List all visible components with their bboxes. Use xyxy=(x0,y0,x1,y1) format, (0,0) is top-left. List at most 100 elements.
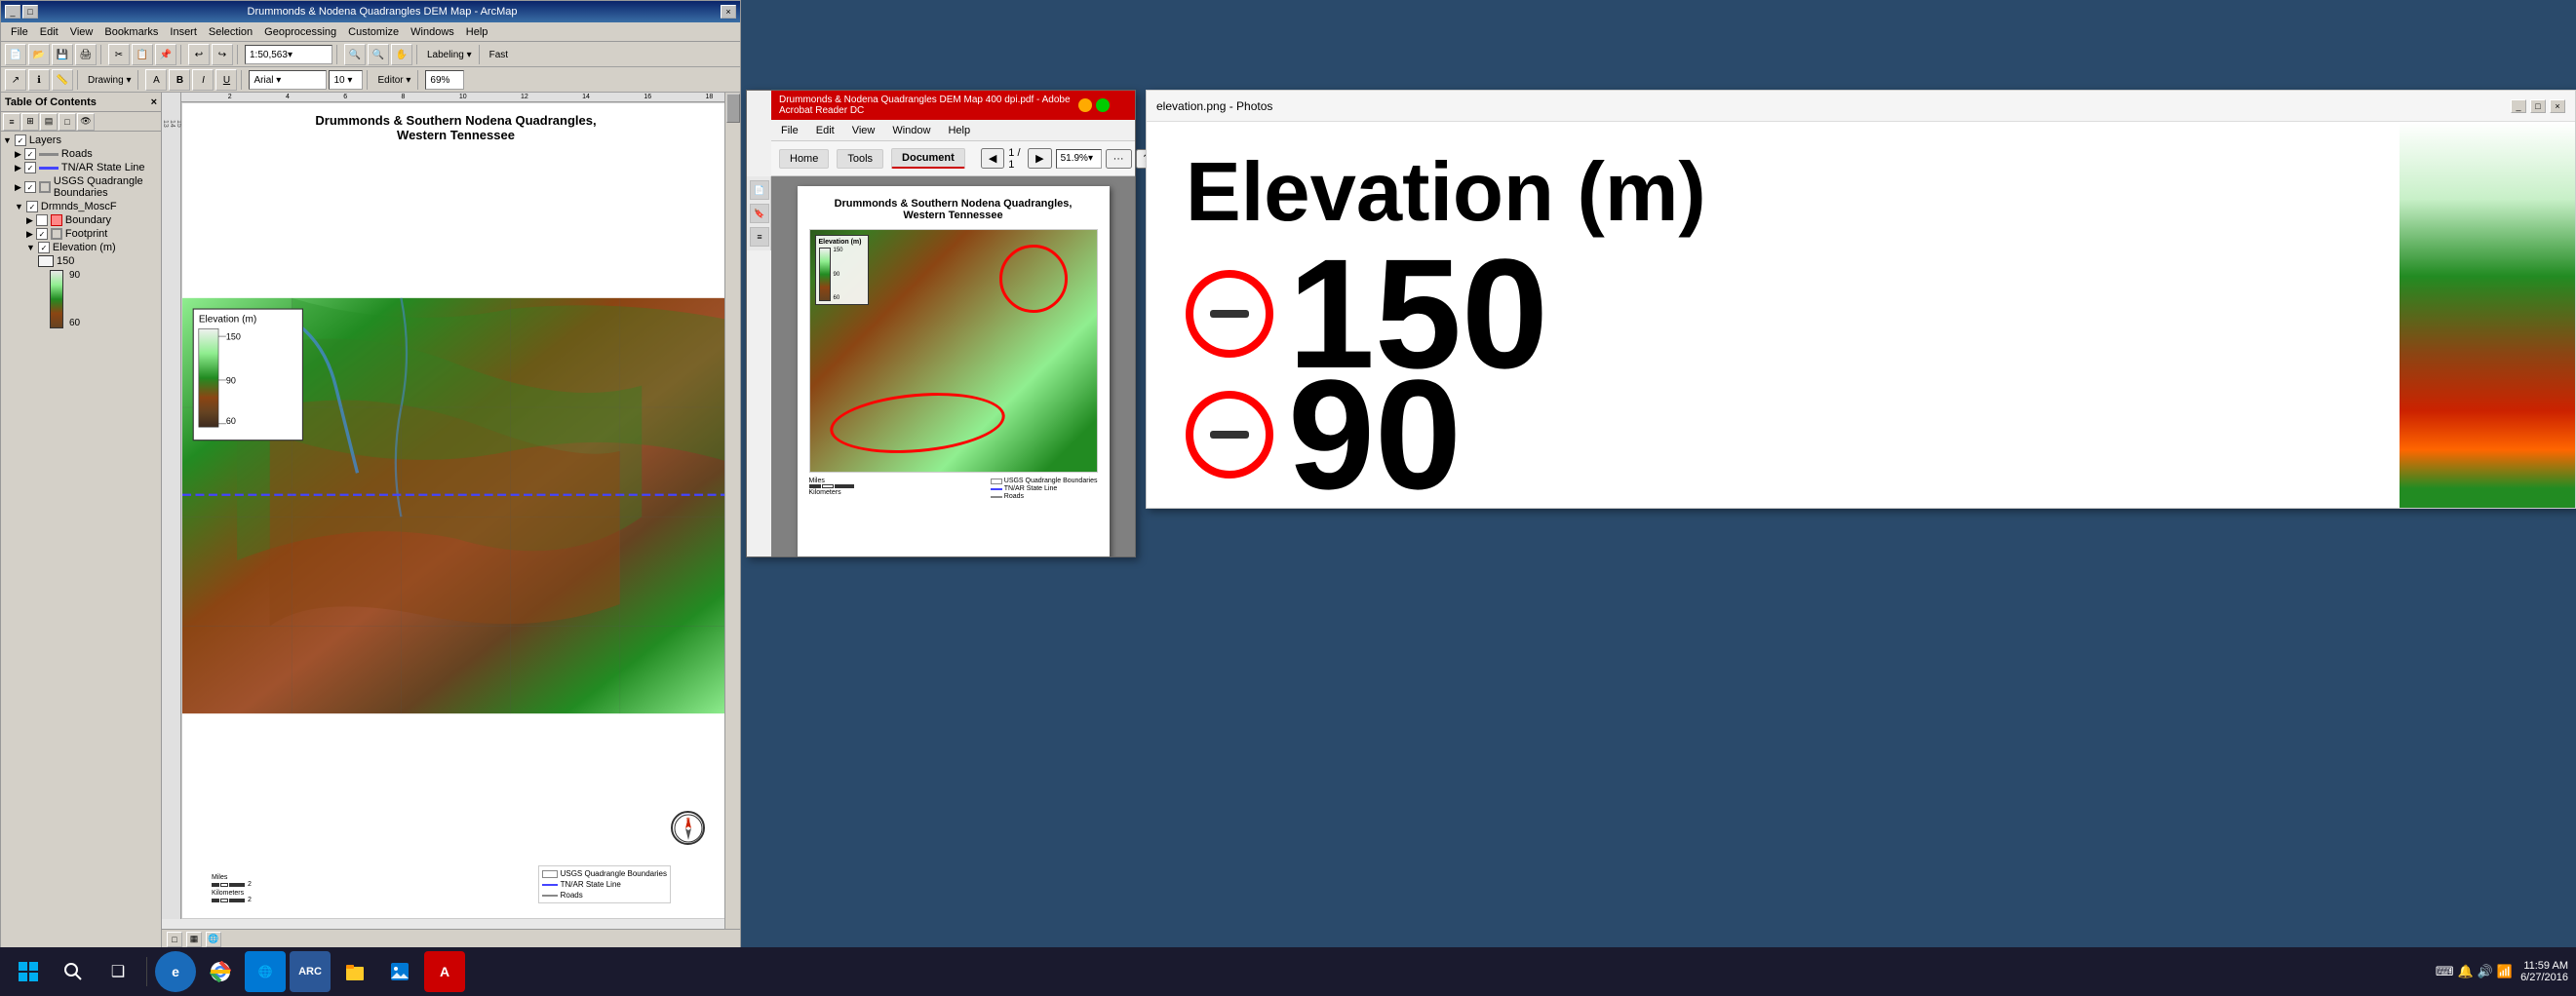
usgs-checkbox[interactable] xyxy=(24,181,36,193)
acrobat-prev-page-btn[interactable]: ◀ xyxy=(981,148,1004,169)
menu-file[interactable]: File xyxy=(5,24,34,40)
redo-btn[interactable]: ↪ xyxy=(212,44,233,65)
boundary-expand-icon[interactable]: ▶ xyxy=(26,215,33,226)
drmnds-checkbox[interactable] xyxy=(26,201,38,212)
footprint-expand-icon[interactable]: ▶ xyxy=(26,229,33,240)
photos-maximize-btn[interactable]: □ xyxy=(2530,99,2546,113)
underline-btn[interactable]: U xyxy=(215,69,237,91)
font-dropdown[interactable]: Arial ▾ xyxy=(249,70,327,90)
photos-close-btn[interactable]: × xyxy=(2550,99,2565,113)
layers-expand-icon[interactable]: ▼ xyxy=(3,135,12,145)
roads-checkbox[interactable] xyxy=(24,148,36,160)
menu-windows[interactable]: Windows xyxy=(405,24,460,40)
taskbar-files-btn[interactable] xyxy=(334,951,375,992)
menu-edit[interactable]: Edit xyxy=(34,24,64,40)
cut-btn[interactable]: ✂ xyxy=(108,44,130,65)
acrobat-sidebar-layers[interactable]: ≡ xyxy=(750,227,769,247)
menu-selection[interactable]: Selection xyxy=(203,24,258,40)
toc-close-icon[interactable]: × xyxy=(151,96,157,108)
boundary-checkbox[interactable] xyxy=(36,214,48,226)
footprint-checkbox[interactable] xyxy=(36,228,48,240)
zoom-in-btn[interactable]: 🔍 xyxy=(344,44,366,65)
open-btn[interactable]: 📂 xyxy=(28,44,50,65)
zoom-out-btn[interactable]: 🔍 xyxy=(368,44,389,65)
acrobat-minimize-btn[interactable] xyxy=(1078,98,1092,112)
taskbar-globe-btn[interactable]: 🌐 xyxy=(245,951,286,992)
taskbar-photos-btn[interactable] xyxy=(379,951,420,992)
taskbar-taskview-btn[interactable]: ❑ xyxy=(98,951,138,992)
taskbar-arcgis-btn[interactable]: ARC xyxy=(290,951,331,992)
menu-geoprocessing[interactable]: Geoprocessing xyxy=(258,24,342,40)
tray-notification-icon[interactable]: 🔔 xyxy=(2458,964,2474,979)
toc-list-btn[interactable]: ≡ xyxy=(3,113,20,131)
copy-btn[interactable]: 📋 xyxy=(132,44,153,65)
taskbar-windows-btn[interactable] xyxy=(8,951,49,992)
map-scrollbar-vertical[interactable] xyxy=(724,93,740,929)
italic-btn[interactable]: I xyxy=(192,69,214,91)
select-btn[interactable]: ↗ xyxy=(5,69,26,91)
identify-btn[interactable]: ℹ xyxy=(28,69,50,91)
usgs-expand-icon[interactable]: ▶ xyxy=(15,182,21,193)
acrobat-maximize-btn[interactable] xyxy=(1096,98,1110,112)
zoom-display[interactable]: 69% xyxy=(425,70,464,90)
bold-btn[interactable]: B xyxy=(169,69,190,91)
acrobat-menu-window[interactable]: Window xyxy=(888,123,934,138)
scale-dropdown[interactable]: 1:50,563▾ xyxy=(245,45,332,64)
toc-source-btn[interactable]: □ xyxy=(59,113,76,131)
menu-view[interactable]: View xyxy=(64,24,99,40)
arcgis-close-btn[interactable]: × xyxy=(721,5,736,19)
globe-btn[interactable]: 🌐 xyxy=(206,932,221,947)
toc-filter-btn[interactable]: ▤ xyxy=(40,113,58,131)
clock[interactable]: 11:59 AM 6/27/2016 xyxy=(2520,960,2568,983)
toc-vis-btn[interactable]: 👁 xyxy=(77,113,95,131)
photos-minimize-btn[interactable]: _ xyxy=(2511,99,2526,113)
taskbar-search-btn[interactable] xyxy=(53,951,94,992)
measure-btn[interactable]: 📏 xyxy=(52,69,73,91)
acrobat-next-page-btn[interactable]: ▶ xyxy=(1028,148,1051,169)
acrobat-more-btn[interactable]: ··· xyxy=(1106,149,1132,169)
fontsize-dropdown[interactable]: 10 ▾ xyxy=(329,70,363,90)
toc-options-btn[interactable]: ⊞ xyxy=(21,113,39,131)
acrobat-menu-file[interactable]: File xyxy=(777,123,802,138)
acrobat-zoom-dropdown[interactable]: 51.9%▾ xyxy=(1056,149,1102,169)
map-canvas[interactable]: Drummonds & Southern Nodena Quadrangles,… xyxy=(181,102,730,919)
pan-btn[interactable]: ✋ xyxy=(391,44,412,65)
print-btn[interactable]: 🖨 xyxy=(75,44,97,65)
acrobat-document-btn[interactable]: Document xyxy=(891,148,965,169)
acrobat-home-btn[interactable]: Home xyxy=(779,149,829,169)
acrobat-content[interactable]: Drummonds & Southern Nodena Quadrangles,… xyxy=(771,176,1135,556)
new-btn[interactable]: 📄 xyxy=(5,44,26,65)
undo-btn[interactable]: ↩ xyxy=(188,44,210,65)
taskbar-acrobat-btn[interactable]: A xyxy=(424,951,465,992)
data-view-btn[interactable]: ▦ xyxy=(186,932,202,947)
stateline-checkbox[interactable] xyxy=(24,162,36,173)
arcgis-maximize-btn[interactable]: □ xyxy=(22,5,38,19)
text-btn[interactable]: A xyxy=(145,69,167,91)
paste-btn[interactable]: 📌 xyxy=(155,44,176,65)
acrobat-menu-help[interactable]: Help xyxy=(944,123,974,138)
acrobat-sidebar-pages[interactable]: 📄 xyxy=(750,180,769,200)
menu-bookmarks[interactable]: Bookmarks xyxy=(98,24,164,40)
save-btn[interactable]: 💾 xyxy=(52,44,73,65)
arcgis-minimize-btn[interactable]: _ xyxy=(5,5,20,19)
menu-customize[interactable]: Customize xyxy=(342,24,405,40)
acrobat-sidebar-bookmarks[interactable]: 🔖 xyxy=(750,204,769,223)
tray-keyboard-icon[interactable]: ⌨ xyxy=(2436,964,2454,979)
menu-help[interactable]: Help xyxy=(460,24,494,40)
menu-insert[interactable]: Insert xyxy=(164,24,203,40)
layout-btn[interactable]: □ xyxy=(167,932,182,947)
taskbar-edge-btn[interactable]: e xyxy=(155,951,196,992)
roads-expand-icon[interactable]: ▶ xyxy=(15,149,21,160)
tray-sound-icon[interactable]: 🔊 xyxy=(2478,964,2493,979)
acrobat-menu-edit[interactable]: Edit xyxy=(812,123,839,138)
taskbar-chrome-btn[interactable] xyxy=(200,951,241,992)
stateline-expand-icon[interactable]: ▶ xyxy=(15,163,21,173)
acrobat-close-btn[interactable] xyxy=(1113,98,1127,112)
acrobat-tools-btn[interactable]: Tools xyxy=(837,149,883,169)
elevation-expand-icon[interactable]: ▼ xyxy=(26,243,35,252)
layers-checkbox[interactable] xyxy=(15,134,26,146)
drmnds-expand-icon[interactable]: ▼ xyxy=(15,202,23,211)
acrobat-menu-view[interactable]: View xyxy=(848,123,879,138)
tray-network-icon[interactable]: 📶 xyxy=(2497,964,2513,979)
elevation-checkbox[interactable] xyxy=(38,242,50,253)
